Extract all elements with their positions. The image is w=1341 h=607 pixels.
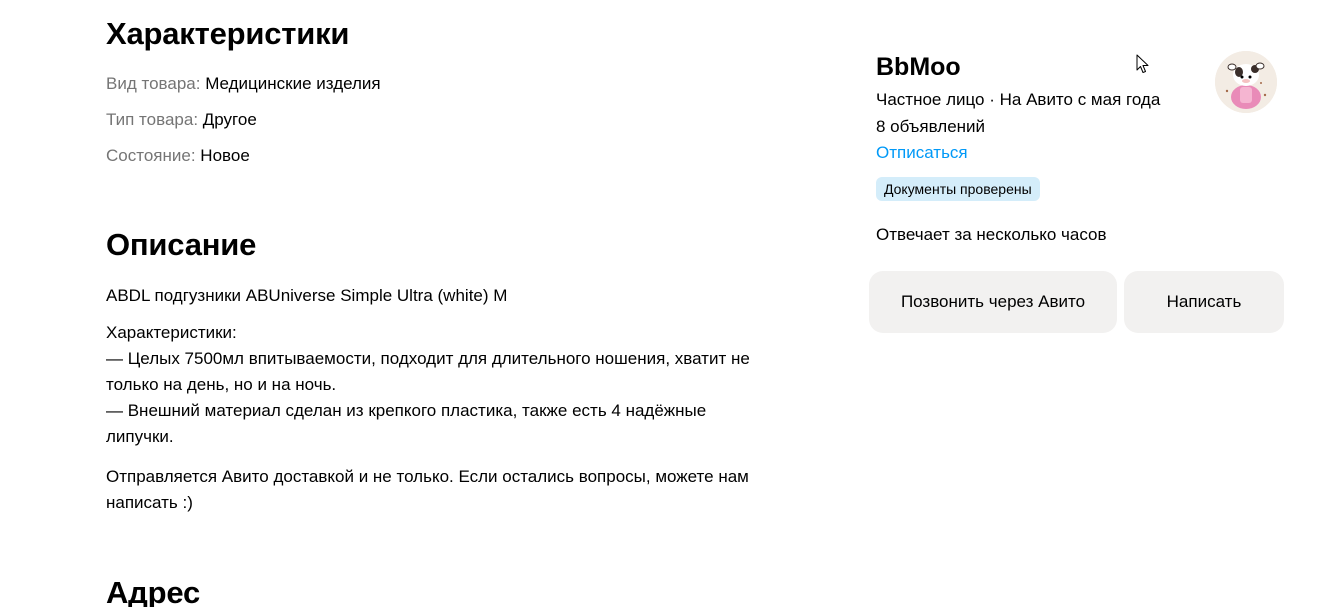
description-line: ABDL подгузники ABUniverse Simple Ultra …	[106, 286, 508, 305]
param-value: Медицинские изделия	[205, 74, 381, 93]
description-line: — Целых 7500мл впитываемости, подходит д…	[106, 349, 750, 368]
avatar-illustration-icon	[1215, 51, 1277, 113]
seller-ads-count[interactable]: 8 объявлений	[876, 115, 985, 139]
description-line: Отправляется Авито доставкой и не только…	[106, 467, 749, 486]
description-line: Характеристики:	[106, 323, 237, 342]
param-label: Тип товара:	[106, 110, 199, 129]
write-message-button[interactable]: Написать	[1124, 271, 1284, 333]
description-line: написать :)	[106, 493, 193, 512]
seller-meta: Частное лицо · На Авито с мая года	[876, 90, 1161, 109]
description-line: только на день, но и на ночь.	[106, 375, 337, 394]
call-via-avito-button[interactable]: Позвонить через Авито	[869, 271, 1117, 333]
description-line: — Внешний материал сделан из крепкого пл…	[106, 401, 707, 420]
description-paragraph: Характеристики: — Целых 7500мл впитываем…	[106, 320, 818, 450]
param-label: Состояние:	[106, 146, 196, 165]
reply-time-text: Отвечает за несколько часов	[876, 225, 1107, 244]
mouse-cursor-icon	[1136, 54, 1149, 73]
param-row-condition: Состояние: Новое	[106, 144, 250, 168]
description-line: липучки.	[106, 427, 174, 446]
param-row-product-type: Тип товара: Другое	[106, 108, 257, 132]
characteristics-title: Характеристики	[106, 16, 350, 51]
description-paragraph: ABDL подгузники ABUniverse Simple Ultra …	[106, 283, 818, 309]
param-value: Другое	[202, 110, 257, 129]
documents-verified-badge: Документы проверены	[876, 177, 1040, 201]
param-label: Вид товара:	[106, 74, 201, 93]
listing-page: Характеристики Вид товара: Медицинские и…	[0, 0, 1341, 607]
param-row-product-kind: Вид товара: Медицинские изделия	[106, 72, 381, 96]
seller-avatar[interactable]	[1215, 51, 1277, 113]
description-title: Описание	[106, 227, 257, 262]
param-value: Новое	[200, 146, 250, 165]
unsubscribe-link[interactable]: Отписаться	[876, 141, 968, 165]
address-title: Адрес	[106, 575, 201, 607]
seller-name-link[interactable]: BbMoo	[876, 51, 961, 83]
description-paragraph: Отправляется Авито доставкой и не только…	[106, 464, 818, 516]
